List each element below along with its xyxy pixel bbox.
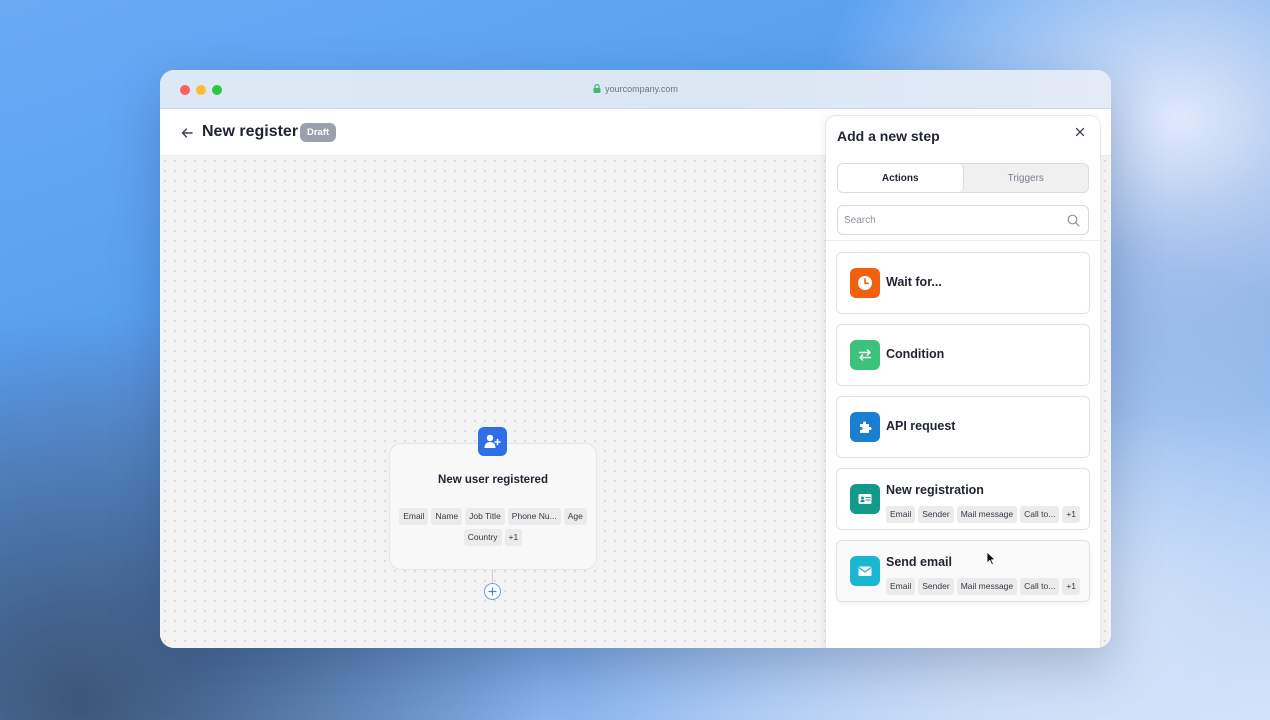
trigger-node[interactable] xyxy=(389,443,597,570)
step-option-label: Wait for... xyxy=(886,275,942,289)
status-badge: Draft xyxy=(300,123,337,142)
node-connector xyxy=(492,570,493,583)
field-tag: Sender xyxy=(918,578,954,595)
field-tag: Email xyxy=(399,508,429,525)
panel-title: Add a new step xyxy=(837,128,940,144)
field-tag: Job Title xyxy=(465,508,505,525)
node-fields: Email Name Job Title Phone Nu... Age Cou… xyxy=(396,508,590,546)
field-tag: Call to... xyxy=(1020,578,1060,595)
add-step-button[interactable] xyxy=(484,583,501,600)
swap-arrows-icon xyxy=(850,340,880,370)
step-option-wait[interactable]: Wait for... xyxy=(836,252,1090,314)
step-option-label: Condition xyxy=(886,347,945,361)
step-option-new-registration[interactable]: New registration Email Sender Mail messa… xyxy=(836,468,1090,530)
more-fields-tag: +1 xyxy=(504,529,523,546)
field-tag: Email xyxy=(886,578,916,595)
add-step-panel: Add a new step Actions Triggers Wa xyxy=(826,116,1100,648)
search-input[interactable] xyxy=(844,206,1064,234)
id-card-icon xyxy=(850,484,880,514)
field-tag: Mail message xyxy=(956,506,1018,523)
user-add-icon xyxy=(478,427,507,456)
step-option-label: New registration xyxy=(886,483,984,497)
step-option-label: API request xyxy=(886,419,956,433)
clock-icon xyxy=(850,268,880,298)
field-tag: Sender xyxy=(918,506,954,523)
search-icon xyxy=(1067,214,1080,227)
step-option-condition[interactable]: Condition xyxy=(836,324,1090,386)
mail-icon xyxy=(850,556,880,586)
field-tag: Call to... xyxy=(1020,506,1060,523)
tab-triggers[interactable]: Triggers xyxy=(964,164,1089,192)
field-tag: Phone Nu... xyxy=(507,508,561,525)
plus-icon xyxy=(488,587,497,596)
mouse-cursor-icon xyxy=(986,551,996,566)
url-text: yourcompany.com xyxy=(605,84,678,94)
step-option-label: Send email xyxy=(886,555,952,569)
page-title: New register xyxy=(202,123,299,140)
browser-titlebar: yourcompany.com xyxy=(160,70,1111,109)
more-fields-tag: +1 xyxy=(1062,506,1081,523)
step-option-api-request[interactable]: API request xyxy=(836,396,1090,458)
step-option-tags: Email Sender Mail message Call to... +1 xyxy=(886,506,1081,523)
search-box xyxy=(837,205,1089,235)
field-tag: Country xyxy=(463,529,502,546)
step-option-send-email[interactable]: Send email Email Sender Mail message Cal… xyxy=(836,540,1090,602)
step-option-tags: Email Sender Mail message Call to... +1 xyxy=(886,578,1081,595)
field-tag: Email xyxy=(886,506,916,523)
more-fields-tag: +1 xyxy=(1062,578,1081,595)
puzzle-icon xyxy=(850,412,880,442)
field-tag: Mail message xyxy=(956,578,1018,595)
step-type-tabs: Actions Triggers xyxy=(837,163,1089,193)
field-tag: Age xyxy=(563,508,587,525)
field-tag: Name xyxy=(431,508,463,525)
lock-icon xyxy=(593,84,601,93)
panel-divider xyxy=(826,240,1100,241)
tab-actions[interactable]: Actions xyxy=(838,164,964,192)
address-bar[interactable]: yourcompany.com xyxy=(160,84,1111,94)
browser-window: yourcompany.com New register Draft New u… xyxy=(160,70,1111,648)
node-title: New user registered xyxy=(438,474,548,486)
back-arrow-icon[interactable] xyxy=(180,126,194,140)
close-icon[interactable] xyxy=(1074,126,1086,138)
